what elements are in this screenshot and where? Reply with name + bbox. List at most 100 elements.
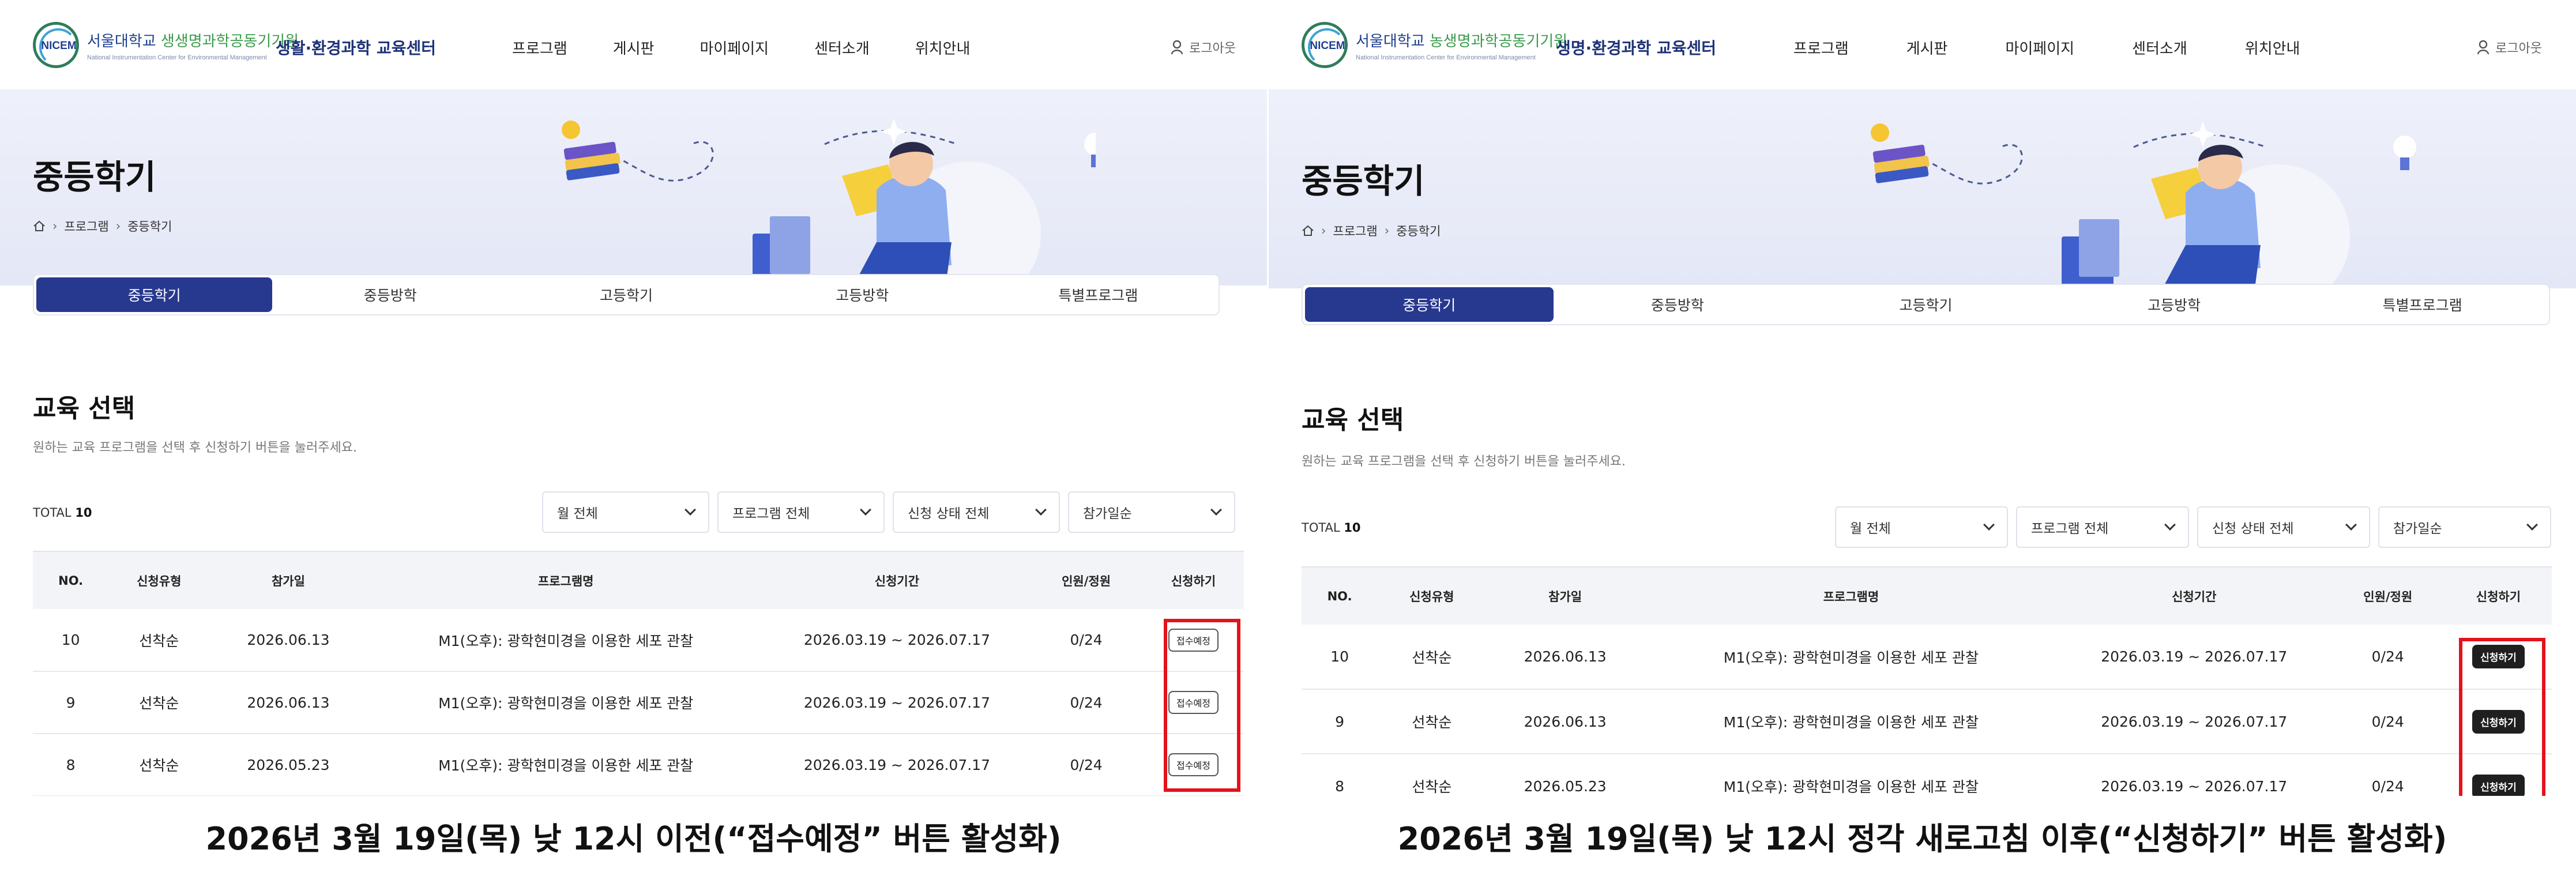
nav-program[interactable]: 프로그램 [1793, 37, 1849, 58]
table-row: 10 선착순 2026.06.13 M1(오후): 광학현미경을 이용한 세포 관찰 2… [1302, 625, 2552, 690]
chevron-right-icon: › [115, 219, 121, 233]
breadcrumb-current: 중등학기 [1396, 224, 1441, 238]
status-filter[interactable]: 신청 상태 전체 [2197, 506, 2370, 548]
table-row: 10 선착순 2026.06.13 M1(오후): 광학현미경을 이용한 세포 관찰 2… [33, 609, 1244, 672]
sort-filter[interactable]: 참가일순 [2378, 506, 2551, 548]
table-row: 8 선착순 2026.05.23 M1(오후): 광학현미경을 이용한 세포 관찰 20… [33, 734, 1244, 796]
home-icon[interactable] [1302, 225, 1314, 236]
breadcrumb-current: 중등학기 [127, 220, 172, 234]
col-type: 신청유형 [108, 551, 210, 609]
chevron-down-icon [685, 504, 696, 516]
main-nav: 프로그램 게시판 마이페이지 센터소개 위치안내 [1793, 37, 2300, 58]
nav-about[interactable]: 센터소개 [814, 37, 870, 58]
logo-org-name: 서울대학교 농생명과학공동기기원 [1356, 32, 1568, 50]
breadcrumb-program[interactable]: 프로그램 [64, 217, 108, 235]
nav-location[interactable]: 위치안내 [915, 37, 971, 58]
tab-middle-vacation[interactable]: 중등방학 [272, 277, 508, 312]
program-filter[interactable]: 프로그램 전체 [2016, 506, 2189, 548]
filter-bar: 월 전체 프로그램 전체 신청 상태 전체 참가일순 [1835, 506, 2551, 548]
nav-mypage[interactable]: 마이페이지 [700, 37, 769, 58]
col-no: NO. [33, 551, 109, 609]
hero-banner: 중등학기 › 프로그램 › 중등학기 [0, 89, 1267, 285]
col-apply: 신청하기 [1143, 551, 1244, 609]
col-type: 신청유형 [1378, 566, 1486, 625]
center-name[interactable]: 생명·환경과학 교육센터 [1556, 36, 1716, 59]
nav-about[interactable]: 센터소개 [2132, 37, 2187, 58]
logo-word: NICEM [41, 40, 77, 52]
table-header-row: NO. 신청유형 참가일 프로그램명 신청기간 인원/정원 신청하기 [33, 551, 1244, 609]
center-name[interactable]: 생활·환경과학 교육센터 [276, 36, 436, 59]
chevron-down-icon [1035, 504, 1047, 516]
caption-before: 2026년 3월 19일(목) 낮 12시 이전(“접수예정” 버튼 활성화) [205, 821, 1062, 857]
logo-word: NICEM [1310, 40, 1345, 52]
col-period: 신청기간 [2057, 566, 2331, 625]
category-tabs: 중등학기 중등방학 고등학기 고등방학 특별프로그램 [33, 274, 1220, 315]
nav-location[interactable]: 위치안내 [2245, 37, 2300, 58]
nav-board[interactable]: 게시판 [613, 37, 655, 58]
home-icon[interactable] [33, 220, 46, 232]
section-title: 교육 선택 [1302, 405, 1404, 435]
tab-high-semester[interactable]: 고등학기 [1802, 287, 2050, 322]
site-logo[interactable]: NICEM 서울대학교 농생명과학공동기기원 National Instrume… [1302, 22, 1567, 68]
tab-middle-semester[interactable]: 중등학기 [1305, 287, 1554, 322]
category-tabs: 중등학기 중등방학 고등학기 고등방학 특별프로그램 [1302, 284, 2550, 325]
after-screenshot: NICEM 서울대학교 농생명과학공동기기원 National Instrume… [1269, 0, 2576, 796]
logout-label: 로그아웃 [2495, 42, 2542, 56]
tab-special-program[interactable]: 특별프로그램 [980, 277, 1216, 312]
tab-high-semester[interactable]: 고등학기 [508, 277, 744, 312]
caption-after: 2026년 3월 19일(목) 낮 12시 정각 새로고침 이후(“신청하기” … [1397, 821, 2447, 857]
logout-label: 로그아웃 [1189, 42, 1236, 56]
chevron-right-icon: › [52, 219, 58, 233]
nav-board[interactable]: 게시판 [1906, 37, 1948, 58]
total-count: TOTAL 10 [1302, 521, 1361, 535]
col-no: NO. [1302, 566, 1378, 625]
sort-filter[interactable]: 참가일순 [1068, 491, 1235, 533]
total-count: TOTAL 10 [33, 506, 92, 520]
program-filter[interactable]: 프로그램 전체 [717, 491, 885, 533]
status-filter[interactable]: 신청 상태 전체 [893, 491, 1060, 533]
logo-english-name: National Instrumentation Center for Envi… [87, 54, 267, 61]
before-screenshot: NICEM 서울대학교 생생명과학공동기기원 National Instrume… [0, 0, 1267, 796]
tab-middle-vacation[interactable]: 중등방학 [1554, 287, 1802, 322]
month-filter[interactable]: 월 전체 [1835, 506, 2008, 548]
logo-english-name: National Instrumentation Center for Envi… [1356, 54, 1536, 61]
nav-mypage[interactable]: 마이페이지 [2005, 37, 2074, 58]
chevron-down-icon [2164, 519, 2176, 531]
col-period: 신청기간 [764, 551, 1030, 609]
main-nav: 프로그램 게시판 마이페이지 센터소개 위치안내 [512, 37, 970, 58]
section-description: 원하는 교육 프로그램을 선택 후 신청하기 버튼을 눌러주세요. [1302, 454, 1626, 469]
col-count: 인원/정원 [2330, 566, 2445, 625]
col-program: 프로그램명 [367, 551, 765, 609]
chevron-down-icon [1210, 504, 1222, 516]
tab-special-program[interactable]: 특별프로그램 [2298, 287, 2547, 322]
user-icon [2477, 40, 2489, 55]
study-illustration [1871, 121, 2416, 288]
study-illustration [562, 118, 1096, 285]
chevron-down-icon [1983, 519, 1995, 531]
tab-high-vacation[interactable]: 고등방학 [2050, 287, 2299, 322]
chevron-down-icon [2345, 519, 2357, 531]
program-table: NO. 신청유형 참가일 프로그램명 신청기간 인원/정원 신청하기 10 선착순… [1302, 566, 2552, 796]
table-row: 9 선착순 2026.06.13 M1(오후): 광학현미경을 이용한 세포 관찰 20… [33, 671, 1244, 734]
logout-button[interactable]: 로그아웃 [2477, 38, 2542, 57]
logo-org-name: 서울대학교 생생명과학공동기기원 [87, 32, 299, 50]
table-row: 8 선착순 2026.05.23 M1(오후): 광학현미경을 이용한 세포 관찰 20… [1302, 754, 2552, 796]
chevron-right-icon: › [1321, 224, 1326, 238]
nav-program[interactable]: 프로그램 [512, 37, 567, 58]
chevron-down-icon [860, 504, 871, 516]
breadcrumb-program[interactable]: 프로그램 [1333, 222, 1377, 239]
month-filter[interactable]: 월 전체 [542, 491, 709, 533]
section-description: 원하는 교육 프로그램을 선택 후 신청하기 버튼을 눌러주세요. [33, 441, 357, 455]
program-table: NO. 신청유형 참가일 프로그램명 신청기간 인원/정원 신청하기 10 선착순… [33, 551, 1244, 796]
table-header-row: NO. 신청유형 참가일 프로그램명 신청기간 인원/정원 신청하기 [1302, 566, 2552, 625]
col-count: 인원/정원 [1029, 551, 1143, 609]
tab-high-vacation[interactable]: 고등방학 [744, 277, 980, 312]
breadcrumb: › 프로그램 › 중등학기 [1302, 222, 1441, 239]
chevron-right-icon: › [1384, 224, 1390, 238]
logout-button[interactable]: 로그아웃 [1171, 38, 1236, 57]
logo-emblem: NICEM [33, 22, 79, 68]
col-date: 참가일 [209, 551, 367, 609]
tab-middle-semester[interactable]: 중등학기 [36, 277, 273, 312]
table-row: 9 선착순 2026.06.13 M1(오후): 광학현미경을 이용한 세포 관찰 20… [1302, 689, 2552, 754]
site-logo[interactable]: NICEM 서울대학교 생생명과학공동기기원 National Instrume… [33, 22, 299, 68]
